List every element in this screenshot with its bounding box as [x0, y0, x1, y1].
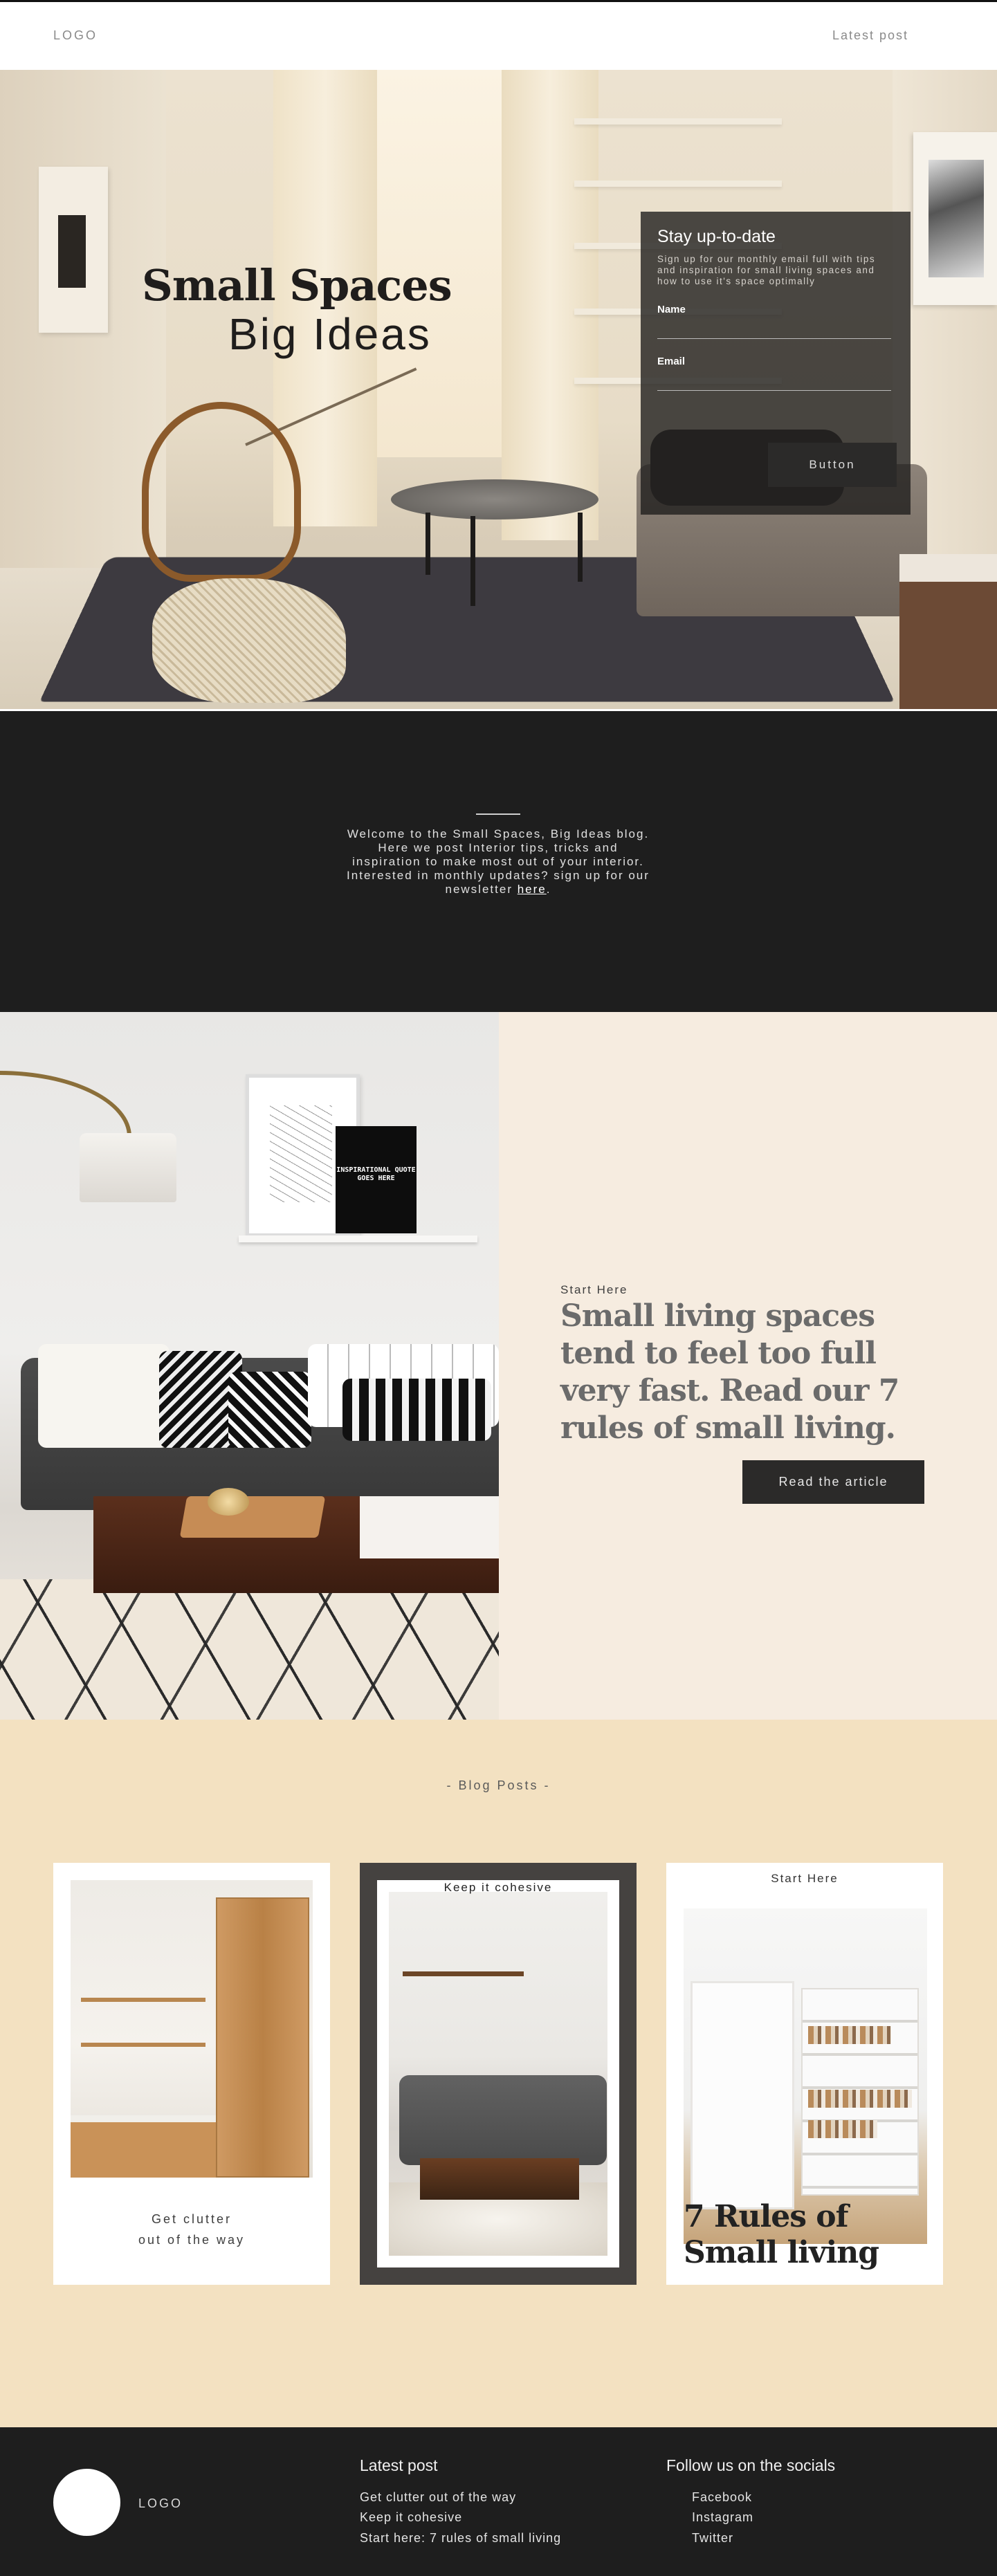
site-footer: LOGO Latest post Get clutter out of the … [0, 2427, 997, 2576]
living-room-shelf [403, 1971, 524, 1976]
feature-photo-bowl [208, 1488, 249, 1516]
kitchen-counter [71, 2115, 216, 2178]
hero-photo-table [391, 479, 598, 519]
feature-photo-tray [179, 1496, 326, 1538]
name-field[interactable] [657, 315, 891, 339]
hero-photo-bag [152, 578, 346, 703]
hero-photo-shelf [574, 181, 782, 187]
blog-card-image [71, 1880, 313, 2178]
email-field-label: Email [657, 356, 686, 367]
newsletter-signup-form: Stay up-to-date Sign up for our monthly … [641, 212, 911, 515]
hero-photo-table-leg [426, 513, 430, 575]
nav-latest-post-link[interactable]: Latest post [832, 28, 908, 43]
blog-card-title: 7 Rules of Small living [684, 2199, 879, 2270]
email-field[interactable] [657, 367, 891, 391]
blog-card-image [389, 1892, 607, 2256]
hero-photo-wall [0, 70, 166, 596]
footer-latest-title: Latest post [360, 2456, 438, 2474]
hero-photo-table-leg [578, 513, 583, 582]
blog-card-label: Start Here [771, 1872, 839, 1885]
welcome-divider [476, 813, 520, 815]
bookcase-books [808, 2026, 891, 2044]
feature-heading: Small living spaces tend to feel too ful… [560, 1298, 899, 1446]
hero-photo-chair [142, 402, 301, 582]
bookcase-books [808, 2090, 912, 2108]
hero-photo-frame [39, 167, 108, 333]
hero-subtitle: Big Ideas [228, 309, 432, 359]
living-room-table [420, 2158, 579, 2200]
footer-latest-link[interactable]: Get clutter out of the way [360, 2490, 516, 2505]
hero-photo-frame [913, 132, 997, 305]
name-field-label: Name [657, 304, 686, 315]
facebook-link[interactable]: Facebook [692, 2490, 752, 2505]
blog-card-image [684, 1908, 927, 2244]
kitchen-shelf [81, 2043, 205, 2047]
welcome-text: Welcome to the Small Spaces, Big Ideas b… [347, 827, 650, 896]
signup-submit-button[interactable]: Button [768, 443, 897, 487]
blog-posts-section: - Blog Posts - Get clutter out of the wa… [0, 1720, 997, 2427]
header-logo[interactable]: LOGO [53, 28, 98, 43]
blog-card[interactable]: Start Here 7 Rules of Small living [666, 1863, 943, 2285]
welcome-text-block: Welcome to the Small Spaces, Big Ideas b… [346, 827, 650, 896]
blog-card[interactable]: Keep it cohesive [360, 1863, 637, 2285]
footer-logo-mark [53, 2469, 120, 2536]
blog-section-title: - Blog Posts - [446, 1778, 551, 1792]
kitchen-shelf [81, 1998, 205, 2002]
signup-description: Sign up for our monthly email full with … [657, 254, 876, 286]
featured-article-image[interactable]: INSPIRATIONAL QUOTE GOES HERE [0, 1012, 499, 1720]
blog-card-label: Keep it cohesive [443, 1881, 553, 1894]
hero-section: Small Spaces Big Ideas Stay up-to-date S… [0, 70, 997, 709]
featured-article-section: INSPIRATIONAL QUOTE GOES HERE Start Here… [0, 1012, 997, 1720]
read-article-button[interactable]: Read the article [742, 1460, 924, 1504]
site-header: LOGO Latest post [0, 0, 997, 70]
instagram-link[interactable]: Instagram [692, 2510, 753, 2525]
bookcase-books [808, 2120, 877, 2138]
living-room-sofa [399, 2075, 607, 2165]
footer-social-title: Follow us on the socials [666, 2456, 836, 2474]
hero-photo-curtain-right [502, 70, 598, 540]
bookcase-door [690, 1981, 794, 2209]
feature-photo-lamp-arm [0, 1071, 131, 1137]
feature-photo-quote-board: INSPIRATIONAL QUOTE GOES HERE [336, 1126, 417, 1233]
hero-photo-shelf [574, 118, 782, 125]
welcome-text-end: . [546, 883, 551, 896]
hero-title: Small Spaces [142, 260, 452, 311]
feature-photo-pillow [228, 1372, 311, 1448]
twitter-link[interactable]: Twitter [692, 2531, 733, 2546]
feature-photo-ledge [239, 1235, 477, 1242]
hero-photo-side-table [899, 554, 997, 709]
hero-photo-table-leg [470, 516, 475, 606]
feature-photo-pillow [38, 1344, 170, 1448]
feature-photo-table-top [360, 1496, 499, 1558]
signup-heading: Stay up-to-date [657, 227, 776, 246]
footer-latest-link[interactable]: Keep it cohesive [360, 2510, 462, 2525]
feature-photo-lampshade [80, 1133, 176, 1202]
footer-latest-link[interactable]: Start here: 7 rules of small living [360, 2531, 561, 2546]
welcome-section: Welcome to the Small Spaces, Big Ideas b… [0, 709, 997, 1012]
welcome-newsletter-link[interactable]: here [518, 883, 547, 896]
feature-photo-pillow [342, 1379, 491, 1441]
blog-card-caption: out of the way [138, 2233, 246, 2247]
feature-photo-rug [0, 1579, 499, 1720]
footer-logo[interactable]: LOGO [138, 2496, 183, 2511]
kitchen-cabinet [216, 1897, 309, 2178]
feature-label: Start Here [560, 1283, 628, 1296]
blog-card-caption: Get clutter [151, 2212, 232, 2226]
blog-card-frame [377, 1880, 619, 2267]
blog-card[interactable]: Get clutter out of the way [53, 1863, 330, 2285]
